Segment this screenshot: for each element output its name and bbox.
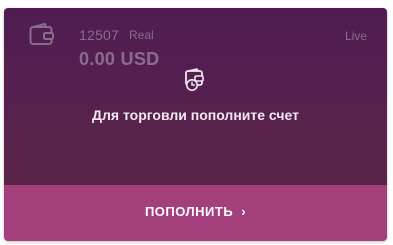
account-type: Real xyxy=(129,28,154,42)
account-card-body: 12507 Real Live 0.00 USD Для торговли по… xyxy=(4,8,387,185)
deposit-button-content: ПОПОЛНИТЬ › xyxy=(4,204,387,219)
wallet-icon xyxy=(29,23,54,45)
chevron-right-icon: › xyxy=(241,204,247,219)
deposit-button[interactable]: ПОПОЛНИТЬ › xyxy=(4,185,387,241)
deposit-wallet-icon xyxy=(185,68,204,91)
deposit-button-label: ПОПОЛНИТЬ xyxy=(144,204,234,219)
account-card: 12507 Real Live 0.00 USD Для торговли по… xyxy=(4,8,387,241)
account-number: 12507 xyxy=(79,27,119,43)
account-balance: 0.00 USD xyxy=(79,49,160,69)
account-mode-badge: Live xyxy=(344,29,367,43)
deposit-prompt-text: Для торговли пополните счет xyxy=(92,107,299,123)
